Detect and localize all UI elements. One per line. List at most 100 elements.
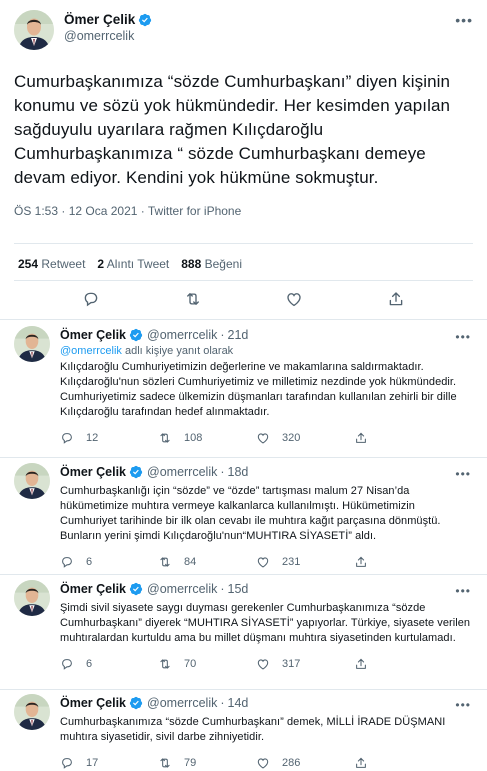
share-icon[interactable]: [387, 290, 405, 308]
avatar[interactable]: [14, 463, 50, 499]
reply-icon[interactable]: [60, 756, 74, 770]
reply-icon[interactable]: [82, 290, 100, 308]
more-options-icon[interactable]: •••: [455, 330, 471, 344]
reply-icon[interactable]: [60, 431, 74, 445]
reply-icon[interactable]: [60, 555, 74, 569]
reply-author-handle[interactable]: @omerrcelik: [147, 465, 217, 479]
divider: [14, 243, 473, 244]
avatar[interactable]: [14, 326, 50, 362]
like-count: 320: [282, 432, 301, 444]
like-icon[interactable]: [256, 756, 270, 770]
like-icon[interactable]: [285, 290, 303, 308]
likes-count: 888: [181, 257, 202, 271]
reply-time[interactable]: 21d: [228, 328, 249, 342]
avatar[interactable]: [14, 10, 54, 50]
more-options-icon[interactable]: •••: [455, 584, 471, 598]
retweets-count: 254: [18, 257, 39, 271]
reply-count: 6: [86, 556, 93, 568]
reply-tweet[interactable]: Ömer Çelik @omerrcelik · 14d Cumhurbaşka…: [0, 694, 487, 771]
replying-to-suffix: adlı kişiye yanıt olarak: [124, 345, 234, 357]
like-count: 317: [282, 658, 301, 670]
separator-dot: ·: [220, 328, 225, 342]
reply-text: Cumhurbaşkanımıza “sözde Cumhurbaşkanı” …: [60, 716, 446, 743]
reply-time[interactable]: 18d: [228, 465, 249, 479]
tweet-text: Cumurbaşkanımıza “sözde Cumhurbaşkanı” d…: [14, 72, 451, 187]
avatar[interactable]: [14, 694, 50, 730]
quote-stat[interactable]: 2 Alıntı Tweet: [97, 257, 169, 271]
verified-badge-icon: [138, 13, 152, 27]
reply-actions: 12 108 320: [60, 430, 473, 446]
retweet-icon[interactable]: [184, 290, 202, 308]
engagement-stats: 254 Retweet 2 Alıntı Tweet 888 Beğeni: [18, 257, 242, 271]
reply-actions: 6 70 317: [60, 656, 473, 672]
like-icon[interactable]: [256, 555, 270, 569]
share-icon[interactable]: [354, 657, 368, 671]
replying-to-handle[interactable]: @omerrcelik: [60, 345, 122, 357]
share-icon[interactable]: [354, 555, 368, 569]
like-stat[interactable]: 888 Beğeni: [181, 257, 242, 271]
author-handle[interactable]: @omerrcelik: [64, 29, 152, 43]
reply-author-name[interactable]: Ömer Çelik: [60, 465, 126, 479]
reply-count: 17: [86, 757, 99, 769]
share-icon[interactable]: [354, 431, 368, 445]
like-count: 286: [282, 757, 301, 769]
main-tweet-header: Ömer Çelik @omerrcelik: [14, 10, 473, 60]
retweet-icon[interactable]: [158, 431, 172, 445]
like-icon[interactable]: [256, 431, 270, 445]
like-count: 231: [282, 556, 301, 568]
reply-author-handle[interactable]: @omerrcelik: [147, 328, 217, 342]
retweet-icon[interactable]: [158, 555, 172, 569]
divider: [14, 280, 473, 281]
avatar[interactable]: [14, 580, 50, 616]
replying-to: @omerrcelik adlı kişiye yanıt olarak: [60, 345, 473, 357]
meta-separator: ·: [140, 204, 148, 218]
more-options-icon[interactable]: •••: [455, 698, 471, 712]
retweet-count: 84: [184, 556, 197, 568]
reply-header: Ömer Çelik @omerrcelik · 14d: [60, 694, 473, 712]
reply-author-name[interactable]: Ömer Çelik: [60, 696, 126, 710]
reply-text: Cumhurbaşkanlığı için “sözde” ve “özde” …: [60, 485, 441, 542]
reply-actions: 17 79 286: [60, 755, 473, 771]
author-name-row: Ömer Çelik: [64, 12, 152, 27]
more-options-icon[interactable]: •••: [455, 12, 473, 28]
reply-author-handle[interactable]: @omerrcelik: [147, 582, 217, 596]
reply-author-handle[interactable]: @omerrcelik: [147, 696, 217, 710]
reply-time[interactable]: 15d: [228, 582, 249, 596]
retweet-icon[interactable]: [158, 756, 172, 770]
reply-actions: 6 84 231: [60, 554, 473, 570]
reply-icon[interactable]: [60, 657, 74, 671]
reply-header: Ömer Çelik @omerrcelik · 21d: [60, 326, 473, 344]
reply-author-name[interactable]: Ömer Çelik: [60, 328, 126, 342]
verified-badge-icon: [129, 328, 143, 342]
retweet-stat[interactable]: 254 Retweet: [18, 257, 85, 271]
verified-badge-icon: [129, 582, 143, 596]
reply-text: Şimdi sivil siyasete saygı duyması gerek…: [60, 602, 471, 644]
quotes-count: 2: [97, 257, 105, 271]
more-options-icon[interactable]: •••: [455, 467, 471, 481]
reply-count: 6: [86, 658, 93, 670]
retweet-count: 79: [184, 757, 197, 769]
reply-header: Ömer Çelik @omerrcelik · 15d: [60, 580, 473, 598]
reply-text: Kılıçdaroğlu Cumhuriyetimizin değerlerin…: [60, 361, 457, 418]
reply-time[interactable]: 14d: [228, 696, 249, 710]
like-icon[interactable]: [256, 657, 270, 671]
retweet-icon[interactable]: [158, 657, 172, 671]
reply-author-name[interactable]: Ömer Çelik: [60, 582, 126, 596]
reply-tweet[interactable]: Ömer Çelik @omerrcelik · 21d @omerrcelik…: [0, 326, 487, 458]
tweet-timestamp[interactable]: ÖS 1:53 · 12 Oca 2021: [14, 204, 137, 218]
verified-badge-icon: [129, 696, 143, 710]
separator-dot: ·: [220, 696, 225, 710]
retweet-count: 108: [184, 432, 203, 444]
retweet-count: 70: [184, 658, 197, 670]
divider: [0, 319, 487, 320]
retweets-label: Retweet: [41, 257, 86, 271]
separator-dot: ·: [220, 582, 225, 596]
tweet-source[interactable]: Twitter for iPhone: [148, 204, 241, 218]
reply-tweet[interactable]: Ömer Çelik @omerrcelik · 15d Şimdi sivil…: [0, 580, 487, 690]
author-name[interactable]: Ömer Çelik: [64, 12, 135, 27]
main-tweet-actions: [0, 290, 487, 308]
separator-dot: ·: [220, 465, 225, 479]
likes-label: Beğeni: [204, 257, 242, 271]
share-icon[interactable]: [354, 756, 368, 770]
reply-tweet[interactable]: Ömer Çelik @omerrcelik · 18d Cumhurbaşka…: [0, 463, 487, 575]
